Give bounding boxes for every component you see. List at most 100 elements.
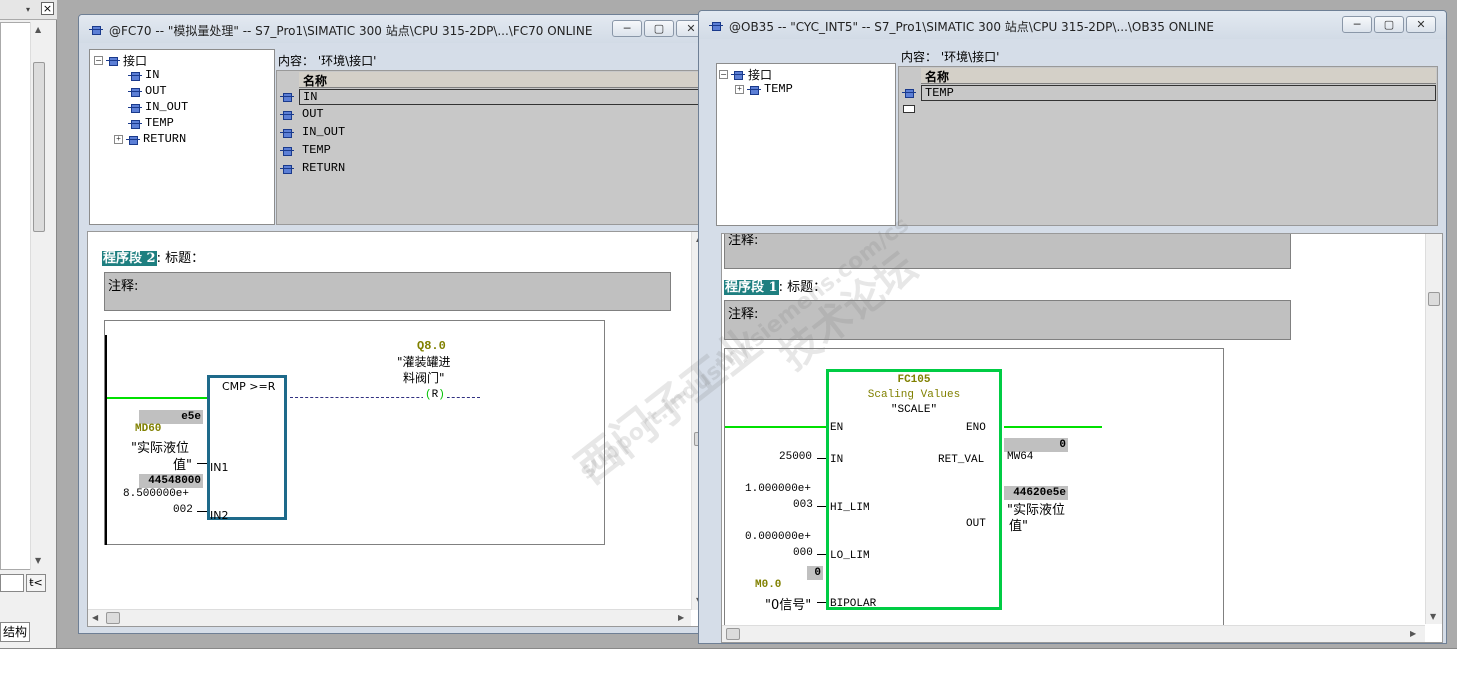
bipolar-address[interactable]: M0.0 [755,579,781,591]
inout-row-icon [280,128,294,138]
in1-symbol-line2: 值" [173,458,192,473]
tab-structure[interactable]: 结构 [0,622,30,642]
scroll-thumb[interactable] [1428,292,1440,306]
maximize-button[interactable]: ▢ [1374,16,1404,33]
in-param-icon [128,71,142,81]
block-address: FC105 [897,374,931,386]
block-window-icon [709,21,723,31]
network-comment[interactable]: 注释: [104,272,671,311]
fc105-block[interactable]: FC105 Scaling Values "SCALE" EN ENO IN R… [826,369,1002,610]
tree-root-label[interactable]: 接口 [748,66,772,83]
new-row-icon[interactable] [903,105,915,113]
grid-row-out[interactable]: OUT [302,107,324,121]
tree-item-in[interactable]: IN [145,68,159,82]
temp-row-icon [902,88,916,98]
power-flow-line [725,426,827,428]
grid-row-temp[interactable]: TEMP [302,143,331,157]
ob35-vscrollbar[interactable]: ▼ [1425,234,1442,624]
grid-header: 名称 [921,68,1436,84]
coil-symbol-line1: "灌装罐进 [397,355,451,369]
collapse-icon[interactable]: − [94,56,103,65]
fc70-title: @FC70 -- "模拟量处理" -- S7_Pro1\SIMATIC 300 … [109,24,593,38]
in1-address[interactable]: MD60 [135,423,161,435]
previous-network-comment[interactable]: 注释: [724,234,1291,269]
tree-item-return[interactable]: RETURN [143,132,186,146]
scroll-thumb[interactable] [106,612,120,624]
expand-icon[interactable]: + [735,84,744,94]
grid-row-in-out[interactable]: IN_OUT [302,125,345,139]
ret-val-value: 0 [1004,438,1068,452]
scroll-down-icon[interactable]: ▼ [1430,612,1436,621]
collapse-icon[interactable]: − [719,70,728,79]
tree-item-temp[interactable]: TEMP [764,82,793,96]
pin-en: EN [830,422,844,434]
grid-row-temp[interactable]: TEMP [921,85,1436,101]
cmp-block[interactable]: CMP >=R IN1 IN2 [207,375,287,522]
pin-ret-val: RET_VAL [938,454,985,466]
ob35-title-bar[interactable]: @OB35 -- "CYC_INT5" -- S7_Pro1\SIMATIC 3… [699,11,1446,39]
tree-item-temp[interactable]: TEMP [145,116,174,130]
scroll-right-icon[interactable]: ▶ [678,613,684,622]
tree-root-label[interactable]: 接口 [123,52,147,69]
block-symbol: "SCALE" [890,404,938,416]
pin-out: OUT [966,518,986,530]
network-number: 程序段 1 [724,280,779,295]
fc70-title-bar[interactable]: @FC70 -- "模拟量处理" -- S7_Pro1\SIMATIC 300 … [79,15,714,43]
left-panel-tool-button[interactable]: ŧ< [26,574,46,592]
pin-in2: IN2 [210,509,229,522]
minimize-button[interactable]: ─ [612,20,642,37]
pin-bipolar: BIPOLAR [830,598,877,610]
ob35-hscrollbar[interactable]: ▶ [722,625,1425,642]
fc70-interface-grid: 名称 IN OUT IN_OUT TEMP RETURN [276,70,706,225]
left-panel-dropdown-icon[interactable]: ▾ [26,5,36,14]
temp-row-icon [280,146,294,156]
left-panel-close-button[interactable]: × [41,2,54,15]
bipolar-value: 0 [807,566,823,580]
pin-eno: ENO [966,422,986,434]
temp-param-icon [128,119,142,129]
expand-icon[interactable]: + [114,134,123,144]
fc70-hscrollbar[interactable]: ◀ ▶ [88,609,691,626]
reset-coil[interactable]: (R) [423,389,447,401]
out-symbol-line2: 值" [1009,519,1028,534]
scroll-down-icon[interactable]: ▼ [35,556,41,565]
in1-connector [197,463,207,464]
close-button[interactable]: ✕ [1406,16,1436,33]
coil-address[interactable]: Q8.0 [417,339,446,353]
power-flow-line [107,397,207,399]
grid-row-return[interactable]: RETURN [302,161,345,175]
tree-item-in-out[interactable]: IN_OUT [145,100,188,114]
in-value: 25000 [779,451,813,463]
left-panel-input[interactable] [0,574,24,592]
inout-param-icon [128,103,142,113]
grid-row-in[interactable]: IN [299,89,704,105]
scroll-right-icon[interactable]: ▶ [1410,629,1416,638]
hi-lim-connector [817,506,826,507]
eno-line [1004,426,1102,428]
hi-lim-value-line2: 003 [793,499,813,511]
hi-lim-value-line1: 1.000000e+ [745,483,812,495]
tree-item-out[interactable]: OUT [145,84,167,98]
block-name: Scaling Values [867,389,961,401]
left-panel: × ▾ ▲ ▼ ŧ< 结构 [0,0,57,648]
lo-lim-connector [817,554,826,555]
ladder-diagram: CMP >=R IN1 IN2 Q8.0 "灌装罐进 料阀门" (R) e5e … [104,320,605,545]
network-label[interactable]: 程序段 2: 标题： [102,247,204,266]
scroll-left-icon[interactable]: ◀ [92,613,98,622]
lo-lim-value-line1: 0.000000e+ [745,531,812,543]
minimize-button[interactable]: ─ [1342,16,1372,33]
scroll-up-icon[interactable]: ▲ [35,25,41,34]
maximize-button[interactable]: ▢ [644,20,674,37]
interface-icon [106,56,120,66]
in2-constant-line1: 8.500000e+ [123,488,190,500]
pin-hi-lim: HI_LIM [830,502,870,514]
network-number: 程序段 2 [102,251,157,266]
ret-val-address[interactable]: MW64 [1007,451,1033,463]
scroll-thumb[interactable] [33,62,45,232]
scroll-thumb[interactable] [726,628,740,640]
interface-icon [731,70,745,80]
in2-constant-line2: 002 [173,504,193,516]
in-row-icon [280,92,294,102]
left-panel-scrollbar[interactable]: ▲ ▼ [30,22,47,570]
pin-in: IN [830,454,844,466]
